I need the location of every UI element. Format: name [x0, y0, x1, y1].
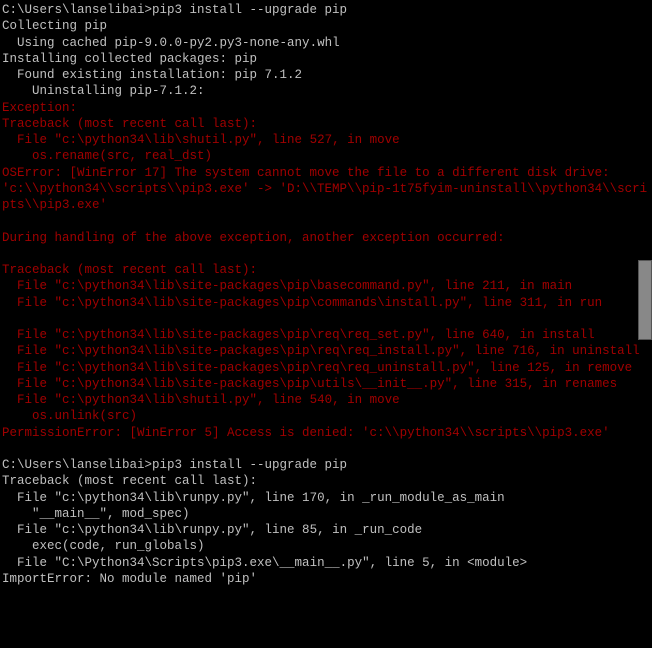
terminal-line	[2, 441, 650, 457]
terminal-line: File "c:\python34\lib\site-packages\pip\…	[2, 343, 650, 359]
terminal-line: "__main__", mod_spec)	[2, 506, 650, 522]
terminal-line: File "c:\python34\lib\site-packages\pip\…	[2, 278, 650, 294]
terminal-line: exec(code, run_globals)	[2, 538, 650, 554]
scrollbar-thumb[interactable]	[638, 260, 652, 340]
terminal-output: C:\Users\lanselibai>pip3 install --upgra…	[2, 2, 650, 587]
terminal-line: File "c:\python34\lib\site-packages\pip\…	[2, 360, 650, 376]
terminal-line	[2, 213, 650, 229]
terminal-line: File "c:\python34\lib\runpy.py", line 17…	[2, 490, 650, 506]
terminal-line: ImportError: No module named 'pip'	[2, 571, 650, 587]
terminal-line: C:\Users\lanselibai>pip3 install --upgra…	[2, 2, 650, 18]
terminal-line: Found existing installation: pip 7.1.2	[2, 67, 650, 83]
terminal-line	[2, 246, 650, 262]
terminal-line: Traceback (most recent call last):	[2, 262, 650, 278]
terminal-line: Uninstalling pip-7.1.2:	[2, 83, 650, 99]
terminal-line: Using cached pip-9.0.0-py2.py3-none-any.…	[2, 35, 650, 51]
terminal-line: File "c:\python34\lib\shutil.py", line 5…	[2, 132, 650, 148]
terminal-line: Traceback (most recent call last):	[2, 473, 650, 489]
terminal-line: File "C:\Python34\Scripts\pip3.exe\__mai…	[2, 555, 650, 571]
terminal-line: Installing collected packages: pip	[2, 51, 650, 67]
terminal-line: During handling of the above exception, …	[2, 230, 650, 246]
terminal-line: OSError: [WinError 17] The system cannot…	[2, 165, 650, 214]
terminal-line: File "c:\python34\lib\site-packages\pip\…	[2, 376, 650, 392]
terminal-line: os.unlink(src)	[2, 408, 650, 424]
terminal-line: PermissionError: [WinError 5] Access is …	[2, 425, 650, 441]
terminal-line: Traceback (most recent call last):	[2, 116, 650, 132]
terminal-line: os.rename(src, real_dst)	[2, 148, 650, 164]
terminal-line: File "c:\python34\lib\shutil.py", line 5…	[2, 392, 650, 408]
terminal-line: C:\Users\lanselibai>pip3 install --upgra…	[2, 457, 650, 473]
terminal-line: File "c:\python34\lib\site-packages\pip\…	[2, 295, 650, 311]
terminal-line	[2, 311, 650, 327]
terminal-line: Exception:	[2, 100, 650, 116]
terminal-line: File "c:\python34\lib\site-packages\pip\…	[2, 327, 650, 343]
terminal-line: Collecting pip	[2, 18, 650, 34]
terminal-line: File "c:\python34\lib\runpy.py", line 85…	[2, 522, 650, 538]
